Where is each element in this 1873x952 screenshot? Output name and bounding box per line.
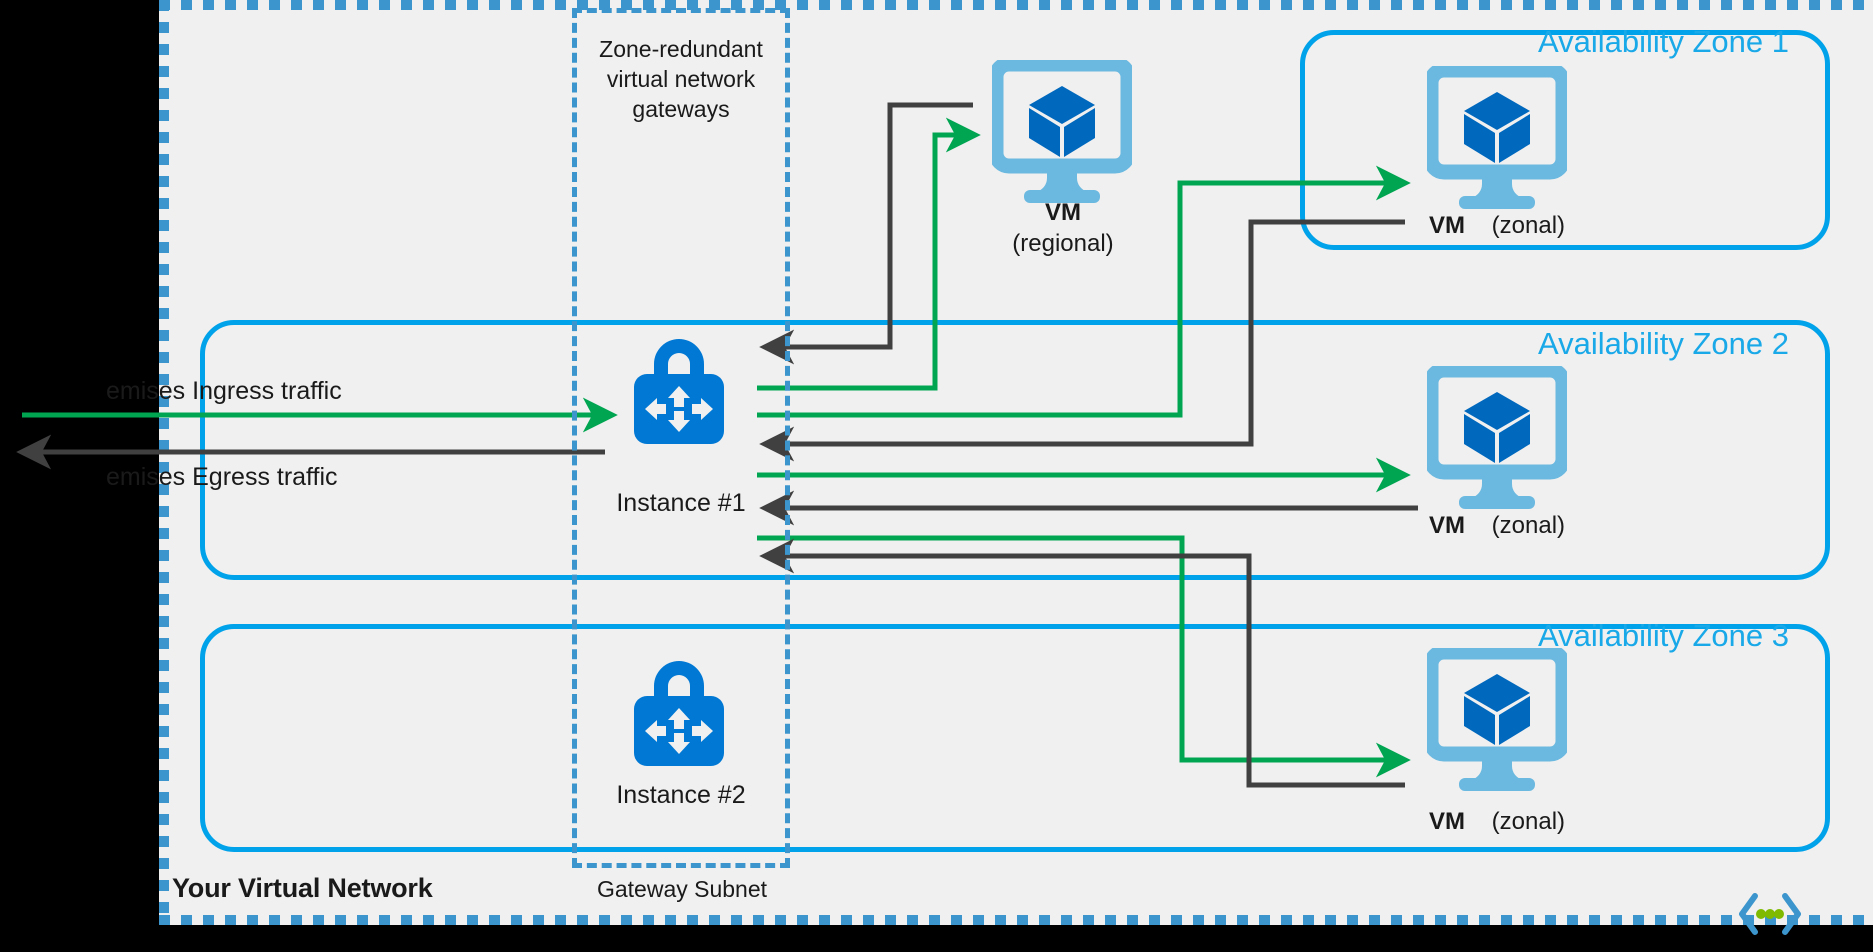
diagram-canvas: Zone-redundant virtual network gateways … xyxy=(0,0,1873,952)
vm-icon xyxy=(988,56,1136,210)
vm-az2-scope: (zonal) xyxy=(1491,512,1566,539)
gateway-note-line-1: Zone-redundant xyxy=(599,36,763,62)
vm-az2-label: VM (zonal) xyxy=(1357,512,1637,540)
onprem-egress-traffic-label: emises Egress traffic xyxy=(106,463,338,491)
vm-regional-label: VM (regional) xyxy=(928,197,1198,259)
gateway-instance-1-label: Instance #1 xyxy=(616,489,746,517)
vm-az3-scope: (zonal) xyxy=(1491,808,1566,835)
gateway-instance-2-label: Instance #2 xyxy=(616,781,746,809)
availability-zone-1-label: Availability Zone 1 xyxy=(1538,24,1790,59)
wire-gw-to-vm-az3 xyxy=(757,535,1411,778)
vm-icon xyxy=(1423,62,1571,216)
vm-az3-label: VM (zonal) xyxy=(1357,808,1637,836)
vm-regional-scope: (regional) xyxy=(1012,230,1114,257)
vpn-gateway-icon xyxy=(619,656,739,774)
onprem-ingress-traffic-label: emises Ingress traffic xyxy=(106,377,342,405)
vm-az3-name: VM xyxy=(1428,808,1465,835)
virtual-network-title: Your Virtual Network xyxy=(172,873,433,903)
availability-zone-3-label: Availability Zone 3 xyxy=(1538,618,1790,653)
gateway-subnet-title: Gateway Subnet xyxy=(596,876,768,902)
vm-icon xyxy=(1423,362,1571,516)
vm-az2-name: VM xyxy=(1428,512,1465,539)
gateway-subnet-note: Zone-redundant virtual network gateways xyxy=(574,34,788,124)
code-brackets-icon xyxy=(1735,890,1805,938)
vm-az1-scope: (zonal) xyxy=(1491,212,1566,239)
vm-az1-label: VM (zonal) xyxy=(1357,212,1637,240)
availability-zone-2-label: Availability Zone 2 xyxy=(1538,326,1790,361)
gateway-note-line-2: virtual network xyxy=(606,66,756,92)
vpn-gateway-icon xyxy=(619,334,739,452)
gateway-note-line-3: gateways xyxy=(632,96,730,122)
vm-regional-name: VM xyxy=(1045,199,1081,226)
vm-az1-name: VM xyxy=(1428,212,1465,239)
vm-icon xyxy=(1423,644,1571,798)
wire-vm-az3-to-gw xyxy=(759,538,1405,788)
